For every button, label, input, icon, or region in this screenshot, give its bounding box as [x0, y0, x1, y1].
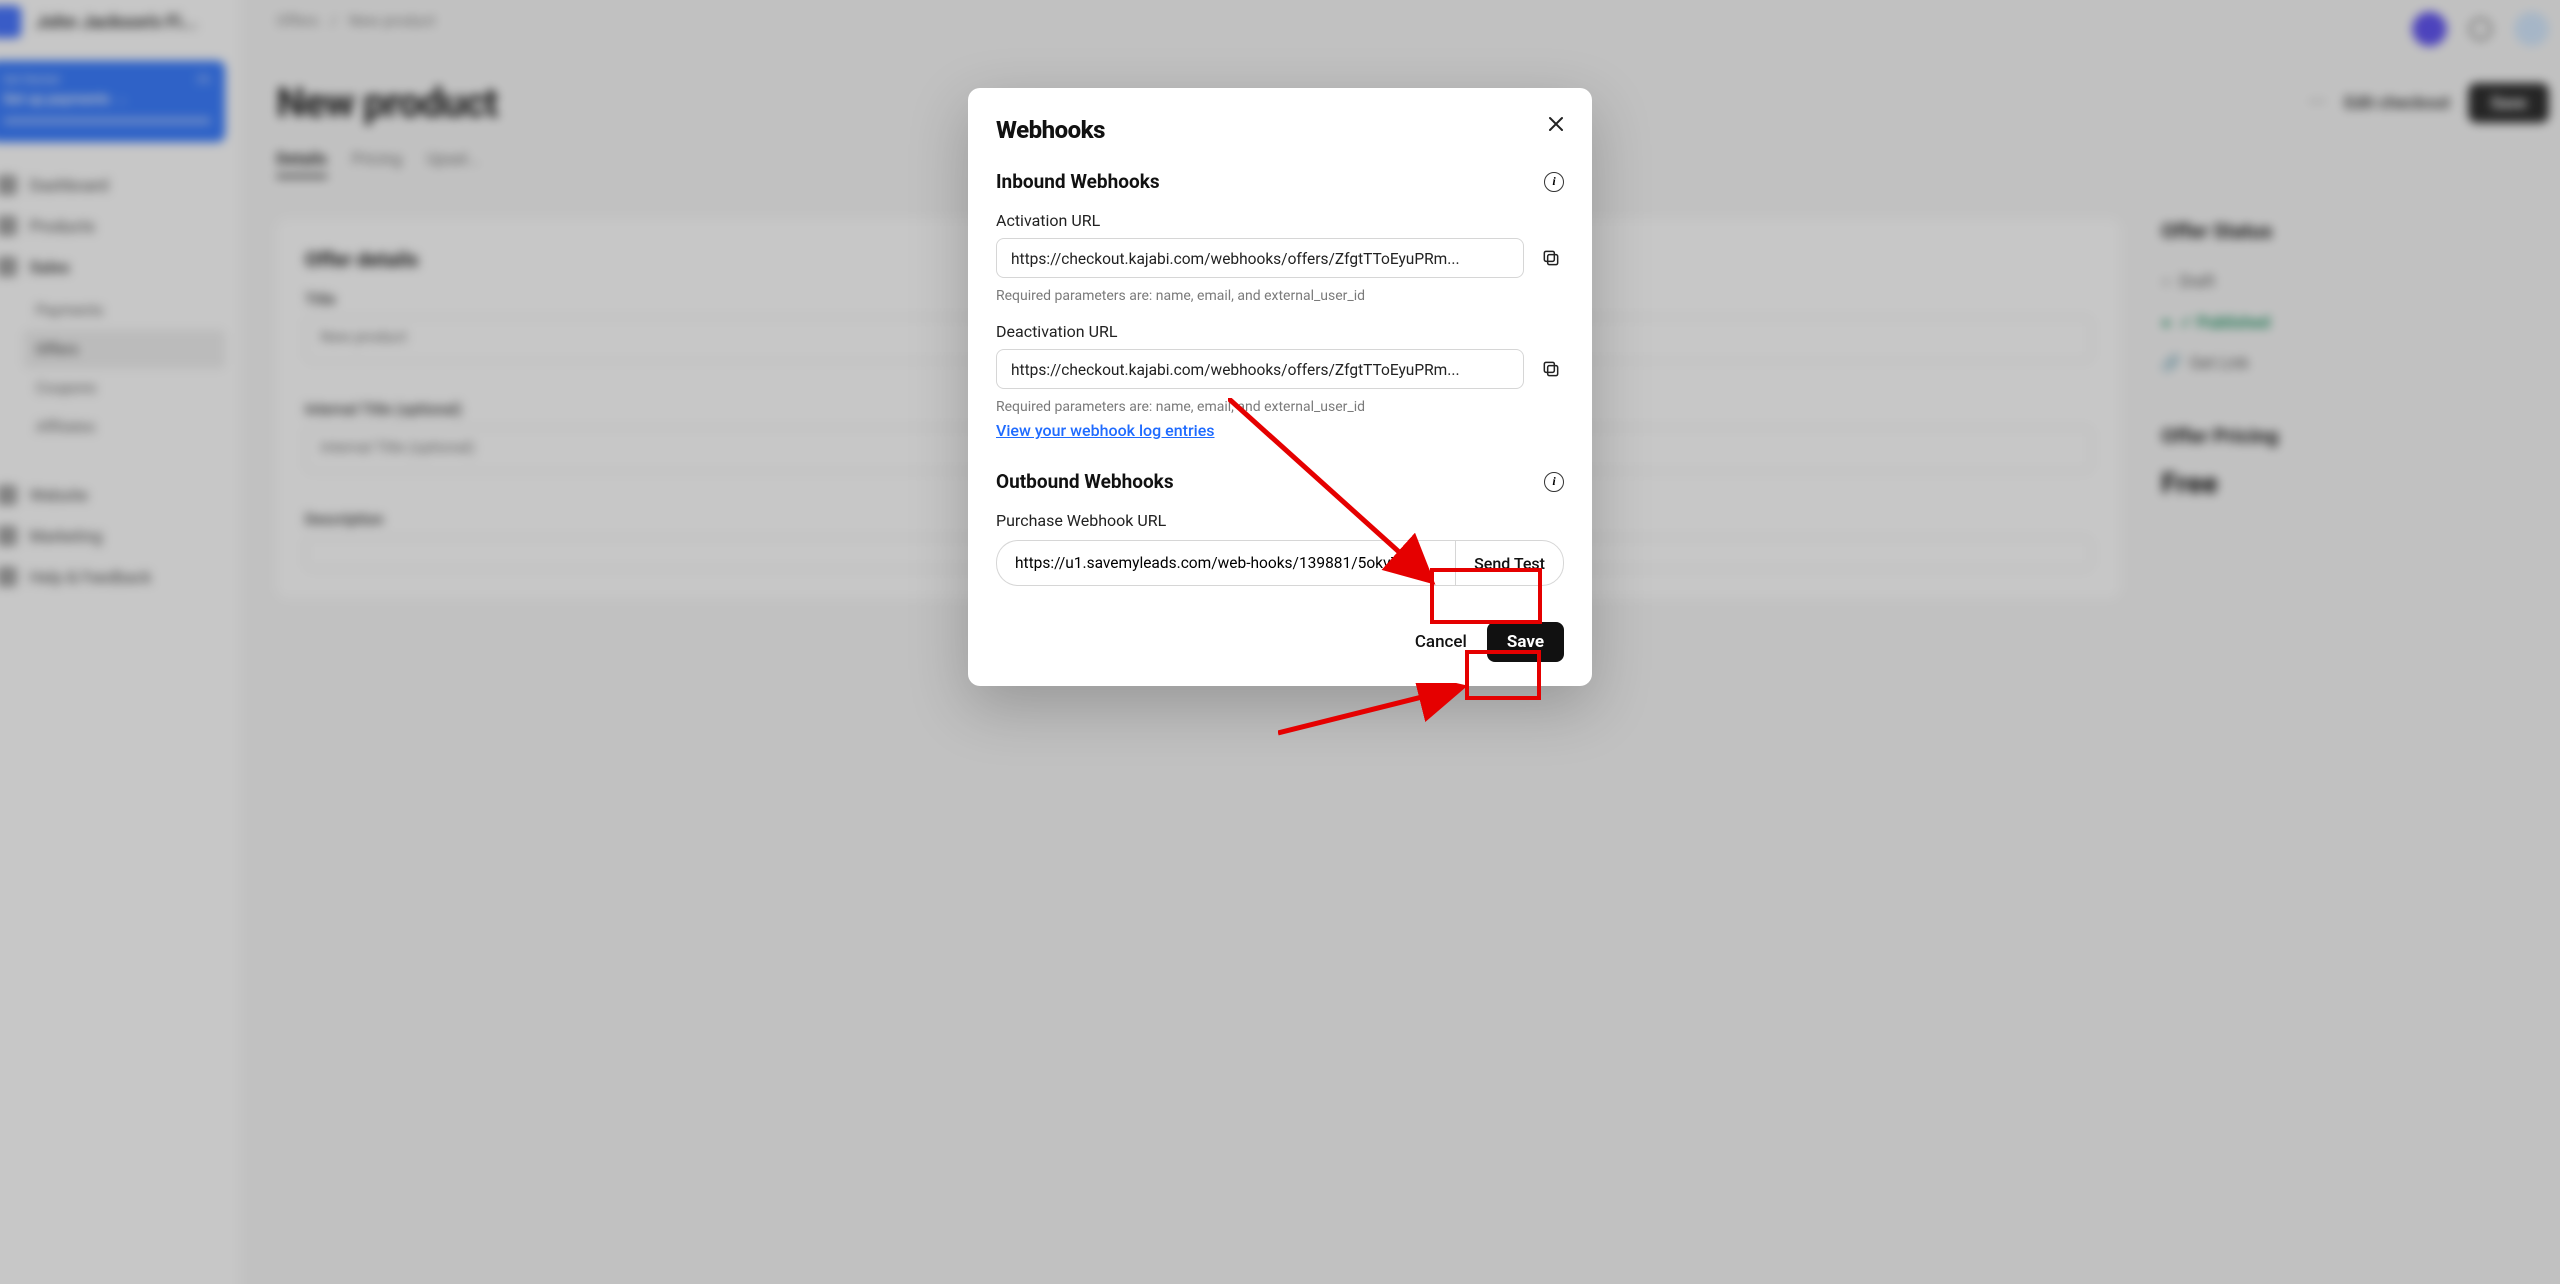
send-test-button[interactable]: Send Test — [1455, 540, 1564, 586]
copy-icon — [1541, 248, 1561, 268]
copy-icon — [1541, 359, 1561, 379]
copy-deactivation-button[interactable] — [1538, 356, 1564, 382]
webhook-log-link[interactable]: View your webhook log entries — [996, 421, 1215, 440]
outbound-header: Outbound Webhooks — [996, 470, 1174, 493]
modal-title: Webhooks — [996, 116, 1564, 144]
webhooks-modal: Webhooks Inbound Webhooks i Activation U… — [968, 88, 1592, 686]
activation-label: Activation URL — [996, 211, 1564, 230]
deactivation-helper: Required parameters are: name, email, an… — [996, 399, 1564, 415]
deactivation-url-input[interactable]: https://checkout.kajabi.com/webhooks/off… — [996, 349, 1524, 389]
activation-url-input[interactable]: https://checkout.kajabi.com/webhooks/off… — [996, 238, 1524, 278]
purchase-webhook-input[interactable] — [996, 540, 1455, 586]
copy-activation-button[interactable] — [1538, 245, 1564, 271]
deactivation-label: Deactivation URL — [996, 322, 1564, 341]
info-icon[interactable]: i — [1544, 172, 1564, 192]
modal-overlay: Webhooks Inbound Webhooks i Activation U… — [0, 0, 2560, 1284]
close-icon — [1548, 116, 1564, 132]
info-icon[interactable]: i — [1544, 472, 1564, 492]
activation-helper: Required parameters are: name, email, an… — [996, 288, 1564, 304]
close-button[interactable] — [1542, 110, 1570, 138]
save-button[interactable]: Save — [1487, 622, 1564, 662]
annotation-arrow-save — [1278, 683, 1478, 743]
inbound-header: Inbound Webhooks — [996, 170, 1160, 193]
cancel-button[interactable]: Cancel — [1415, 632, 1467, 652]
purchase-label: Purchase Webhook URL — [996, 511, 1564, 530]
